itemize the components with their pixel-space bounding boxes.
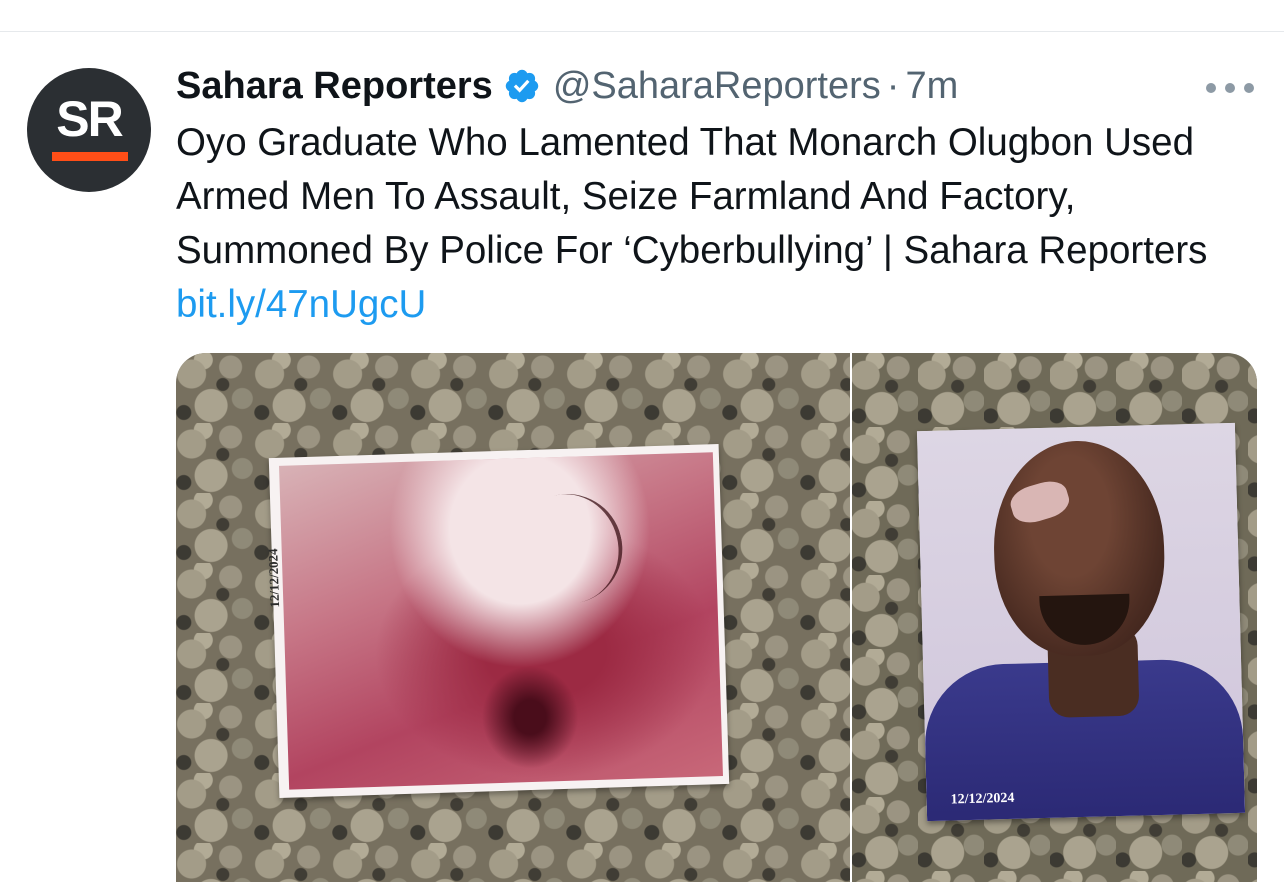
tweet-text: Oyo Graduate Who Lamented That Monarch O… — [176, 116, 1256, 332]
top-divider — [0, 31, 1284, 32]
injury-closeup-photo: 12/12/2024 — [265, 444, 730, 798]
tweet-media[interactable]: 12/12/2024 12/12/2024 — [176, 353, 1257, 882]
author-handle[interactable]: @SaharaReporters — [553, 65, 881, 108]
portrait-photo: 12/12/2024 — [916, 422, 1246, 822]
injury-closeup-image — [279, 452, 723, 790]
photo-date-stamp: 12/12/2024 — [950, 790, 1015, 808]
tweet-header: Sahara Reporters @SaharaReporters · 7m — [176, 62, 958, 110]
more-dot — [1225, 83, 1235, 93]
tweet-timestamp[interactable]: 7m — [905, 65, 958, 108]
author-avatar[interactable]: SR — [27, 68, 151, 192]
media-image-left[interactable]: 12/12/2024 — [176, 353, 850, 882]
more-options-icon[interactable] — [1206, 78, 1254, 98]
photo-date-stamp: 12/12/2024 — [265, 548, 283, 608]
avatar-logo-text: SR — [56, 91, 123, 147]
media-image-right[interactable]: 12/12/2024 — [852, 353, 1257, 882]
tweet-body: Oyo Graduate Who Lamented That Monarch O… — [176, 121, 1208, 272]
verified-badge-icon — [505, 69, 539, 103]
avatar-logo-bar — [52, 152, 128, 161]
tweet-link[interactable]: bit.ly/47nUgcU — [176, 283, 426, 326]
header-separator: · — [886, 64, 900, 107]
author-name[interactable]: Sahara Reporters — [176, 65, 493, 108]
more-dot — [1206, 83, 1216, 93]
more-dot — [1244, 83, 1254, 93]
